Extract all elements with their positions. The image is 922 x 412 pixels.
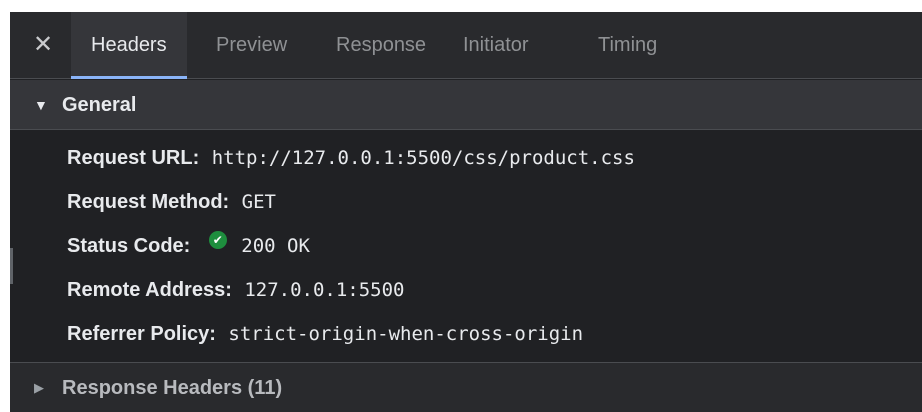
header-row-status-code: Status Code: ✔ 200 OK <box>67 224 310 268</box>
caret-right-icon: ▶ <box>34 380 44 395</box>
close-icon[interactable]: ✕ <box>30 32 56 58</box>
tab-response[interactable]: Response <box>336 12 426 79</box>
request-method-label: Request Method: <box>67 191 230 213</box>
header-row-request-url: Request URL: http://127.0.0.1:5500/css/p… <box>67 136 635 180</box>
tab-headers[interactable]: Headers <box>71 12 187 79</box>
header-row-request-method: Request Method: GET <box>67 180 276 224</box>
tab-preview[interactable]: Preview <box>216 12 287 79</box>
detail-tab-bar: ✕ Headers Preview Response Initiator Tim… <box>10 12 922 79</box>
header-row-referrer-policy: Referrer Policy: strict-origin-when-cros… <box>67 312 583 356</box>
panel-resize-edge[interactable] <box>10 248 13 284</box>
request-url-value: http://127.0.0.1:5500/css/product.css <box>211 147 635 169</box>
response-headers-section-header[interactable]: ▶ Response Headers (11) <box>10 362 922 412</box>
general-section-title: General <box>62 94 137 116</box>
response-headers-section-title: Response Headers (11) <box>62 377 283 399</box>
checkmark-circle-icon: ✔ <box>208 231 227 249</box>
header-row-remote-address: Remote Address: 127.0.0.1:5500 <box>67 268 404 312</box>
status-code-value: 200 OK <box>241 235 310 257</box>
status-code-label: Status Code: <box>67 235 191 257</box>
caret-down-icon: ▼ <box>34 97 48 113</box>
request-method-value: GET <box>241 191 276 213</box>
general-section-header[interactable]: ▼ General <box>10 80 922 130</box>
remote-address-value: 127.0.0.1:5500 <box>244 279 405 301</box>
referrer-policy-label: Referrer Policy: <box>67 323 216 345</box>
tab-initiator[interactable]: Initiator <box>463 12 529 79</box>
devtools-network-detail-panel: ✕ Headers Preview Response Initiator Tim… <box>10 12 922 412</box>
remote-address-label: Remote Address: <box>67 279 232 301</box>
request-url-label: Request URL: <box>67 147 200 169</box>
referrer-policy-value: strict-origin-when-cross-origin <box>228 323 584 345</box>
tab-timing[interactable]: Timing <box>598 12 657 79</box>
